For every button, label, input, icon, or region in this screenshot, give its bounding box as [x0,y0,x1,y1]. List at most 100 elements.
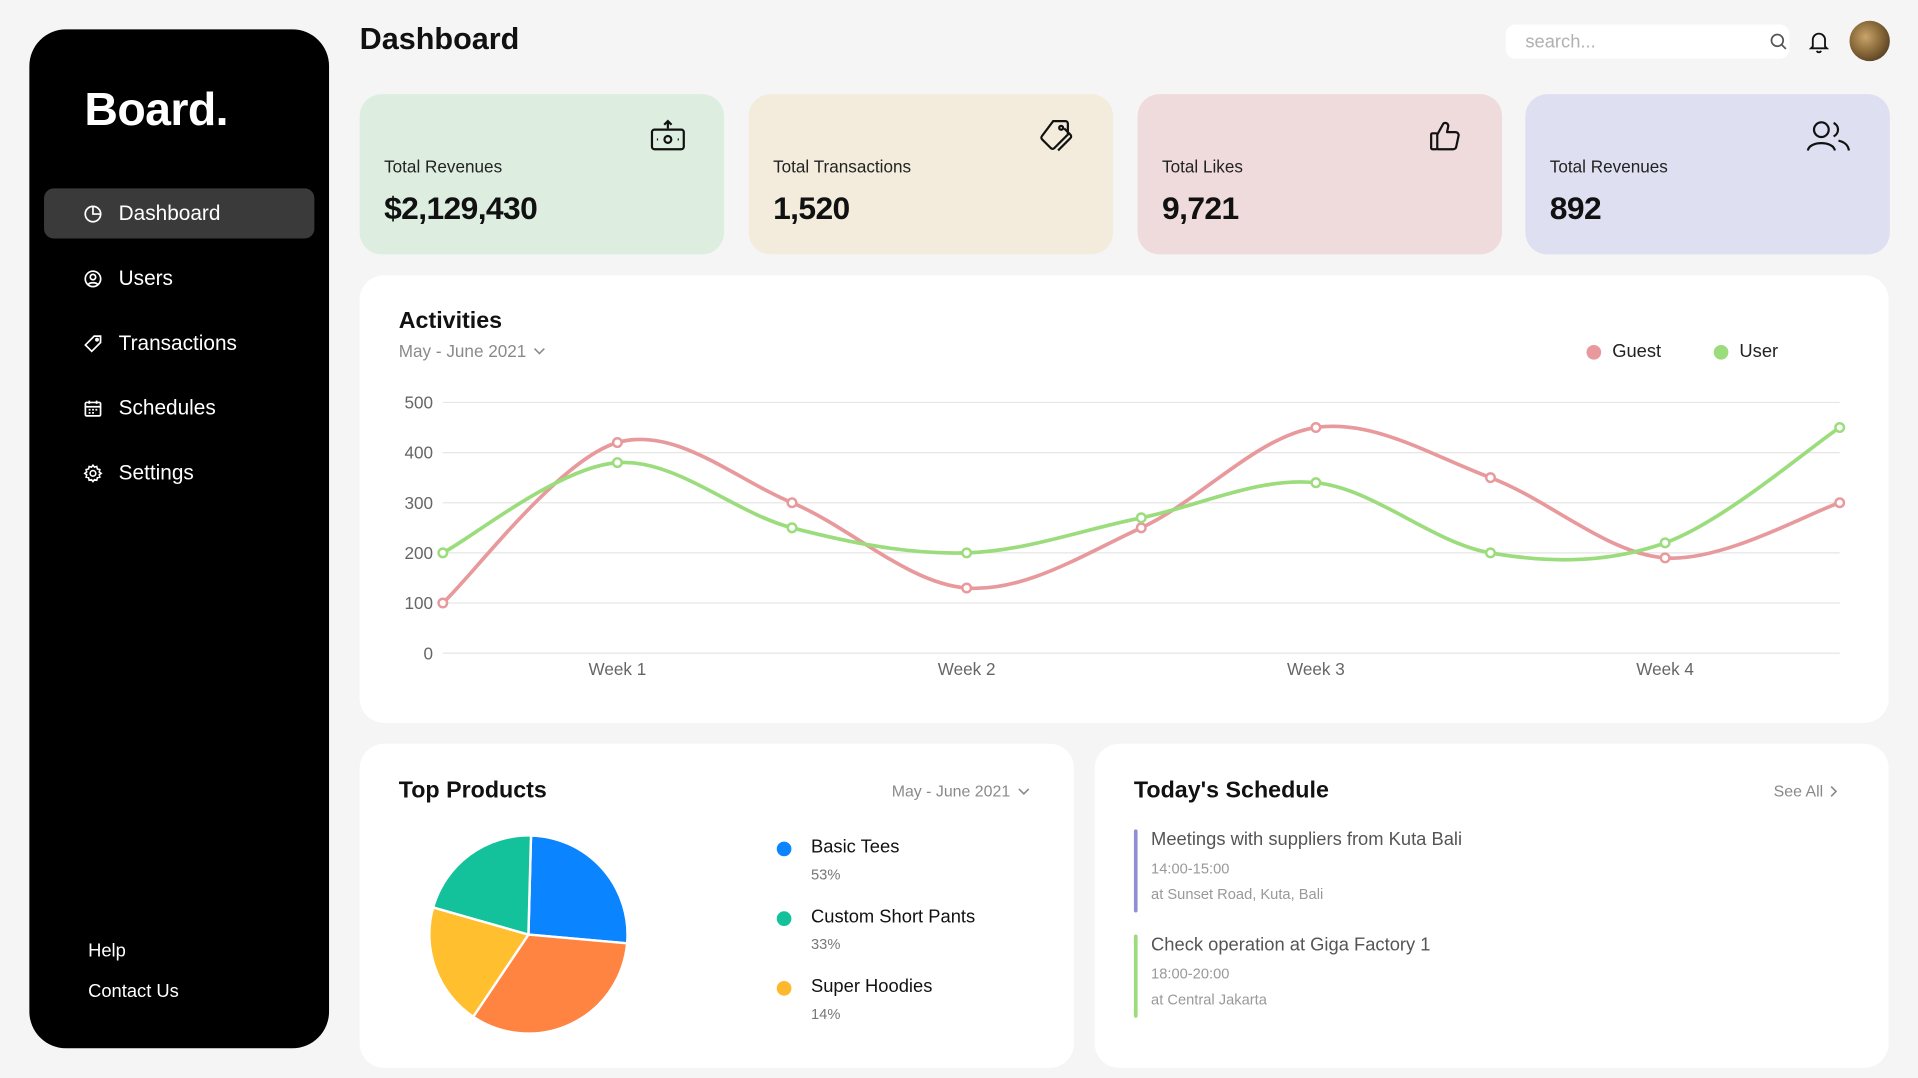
sidebar: Board. Dashboard Users Transactions Sche… [29,29,330,1049]
y-tick-label: 300 [404,494,433,513]
see-all-label: See All [1773,781,1824,800]
card-value: 892 [1549,189,1602,227]
product-name: Custom Short Pants [810,906,976,928]
data-point-guest [437,597,449,609]
data-point-user [1659,537,1671,549]
product-percent: 53% [810,866,841,884]
contact-us-link[interactable]: Contact Us [88,981,179,1002]
sidebar-item-label: Dashboard [118,201,221,225]
product-name: Basic Tees [810,836,900,858]
data-point-guest [611,437,623,449]
search-bar [1505,24,1790,59]
products-pie-chart [428,834,629,1035]
y-tick-label: 500 [404,394,433,413]
card-label: Total Likes [1162,156,1243,177]
sidebar-item-label: Schedules [118,395,216,419]
card-value: 1,520 [773,189,850,227]
money-icon [648,119,687,153]
x-tick-label: Week 1 [589,660,647,679]
stat-card-transactions: Total Transactions 1,520 [748,94,1114,255]
y-tick-label: 0 [424,644,434,663]
data-point-guest [786,497,798,509]
sidebar-item-transactions[interactable]: Transactions [44,318,314,368]
y-tick-label: 100 [404,594,433,613]
data-point-guest [1135,522,1147,534]
schedule-event[interactable]: Meetings with suppliers from Kuta Bali 1… [1133,829,1463,913]
x-tick-label: Week 4 [1636,660,1694,679]
x-tick-label: Week 3 [1287,660,1345,679]
product-dot [776,911,792,926]
thumbs-up-icon [1426,119,1465,153]
card-label: Total Revenues [384,156,503,177]
data-point-user [1484,547,1496,559]
event-time: 14:00-15:00 [1151,859,1230,878]
sidebar-item-schedules[interactable]: Schedules [44,383,314,433]
see-all-link[interactable]: See All [1774,782,1838,800]
schedule-title: Today's Schedule [1133,777,1329,804]
event-location: at Sunset Road, Kuta, Bali [1151,885,1324,903]
range-label: May - June 2021 [891,781,1011,800]
data-point-guest [1659,552,1671,564]
schedule-panel: Today's Schedule See All Meetings with s… [1094,743,1889,1068]
page-title: Dashboard [359,22,520,57]
product-percent: 14% [810,1005,841,1023]
user-circle-icon [83,268,103,288]
sidebar-item-dashboard[interactable]: Dashboard [44,188,315,239]
card-label: Total Transactions [773,156,912,177]
gear-icon [83,463,103,483]
stat-card-users: Total Revenues 892 [1525,94,1890,255]
y-tick-label: 400 [404,444,433,463]
data-point-user [1135,512,1147,524]
top-products-title: Top Products [398,777,547,804]
event-accent-bar [1133,934,1138,1018]
calendar-icon [83,398,103,418]
data-point-guest [1834,497,1846,509]
series-line-user [440,425,1842,562]
products-range-select[interactable]: May - June 2021 [892,782,1030,800]
avatar[interactable] [1849,20,1890,62]
data-point-user [786,522,798,534]
event-title: Check operation at Giga Factory 1 [1151,934,1431,956]
data-point-guest [961,582,973,594]
pie-icon [83,204,103,224]
product-dot [776,981,792,996]
help-link[interactable]: Help [88,941,126,962]
tag-icon [83,333,103,353]
product-percent: 33% [810,935,841,953]
bell-icon[interactable] [1808,29,1830,54]
stat-card-likes: Total Likes 9,721 [1137,94,1503,255]
event-title: Meetings with suppliers from Kuta Bali [1151,829,1463,851]
users-icon [1804,119,1853,153]
card-value: 9,721 [1162,189,1239,227]
data-point-user [961,547,973,559]
sidebar-item-label: Settings [118,460,194,484]
brand-logo: Board. [84,84,228,136]
data-point-user [437,547,449,559]
top-products-panel: Top Products May - June 2021 Basic Tees … [359,743,1074,1068]
data-point-guest [1310,422,1322,434]
search-input[interactable] [1525,31,1769,52]
event-time: 18:00-20:00 [1151,965,1230,983]
y-tick-label: 200 [404,544,433,563]
product-name: Super Hoodies [810,976,933,997]
card-value: $2,129,430 [384,189,538,227]
tag-icon [1037,119,1076,153]
data-point-user [1310,477,1322,489]
x-tick-label: Week 2 [938,660,996,679]
data-point-user [611,457,623,469]
data-point-guest [1484,472,1496,484]
search-icon[interactable] [1769,32,1789,52]
sidebar-item-users[interactable]: Users [44,253,314,303]
schedule-event[interactable]: Check operation at Giga Factory 1 18:00-… [1133,934,1431,1018]
chevron-right-icon [1831,785,1838,797]
sidebar-item-settings[interactable]: Settings [44,448,314,498]
event-accent-bar [1133,829,1138,913]
stat-card-revenues: Total Revenues $2,129,430 [359,94,725,255]
card-label: Total Revenues [1549,156,1668,177]
data-point-user [1834,422,1846,434]
pie-slice-blue [527,834,629,945]
sidebar-item-label: Transactions [118,330,237,355]
event-location: at Central Jakarta [1151,990,1267,1008]
activities-line-chart: 0 100 200 300 400 500 Week 1 Week 2 Week 3 Week 4 [404,394,1846,679]
product-dot [776,841,792,857]
